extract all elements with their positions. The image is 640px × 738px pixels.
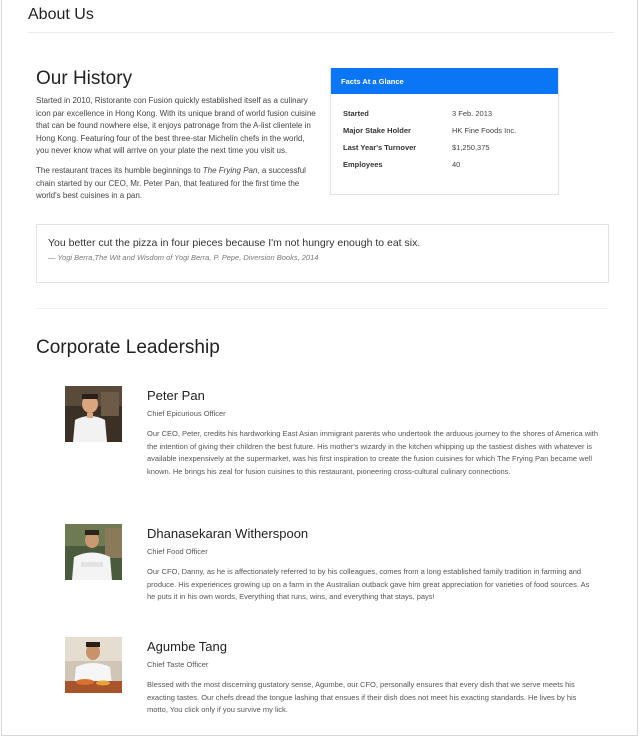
history-paragraph-1: Started in 2010, Ristorante con Fusion q…: [36, 96, 316, 156]
chef-photo-icon: [65, 386, 122, 442]
history-p2-before: The restaurant traces its humble beginni…: [36, 165, 203, 175]
facts-value: HK Fine Foods Inc.: [452, 126, 517, 135]
facts-value: 3 Feb. 2013: [452, 109, 493, 118]
facts-header: Facts At a Glance: [331, 68, 558, 94]
quote-card: You better cut the pizza in four pieces …: [36, 224, 609, 283]
facts-label: Major Stake Holder: [343, 126, 411, 135]
title-divider: [28, 32, 614, 33]
facts-row: Started 3 Feb. 2013: [343, 105, 543, 122]
facts-label: Started: [343, 109, 369, 118]
leader-bio: Our CEO, Peter, credits his hardworking …: [147, 429, 599, 477]
leader-photo: [65, 637, 122, 693]
facts-row: Major Stake Holder HK Fine Foods Inc.: [343, 122, 543, 139]
leader-bio: Our CFO, Danny, as he is affectionately …: [147, 567, 590, 602]
page-title: About Us: [28, 6, 94, 23]
frying-pan-title: The Frying Pan: [202, 165, 258, 175]
section-divider: [36, 308, 609, 309]
history-heading: Our History: [36, 68, 133, 89]
facts-table: Started 3 Feb. 2013 Major Stake Holder H…: [343, 105, 543, 173]
leader-name: Dhanasekaran Witherspoon: [147, 526, 309, 541]
leader-bio: Blessed with the most discerning gustato…: [147, 680, 577, 715]
facts-value: $1,250,375: [452, 143, 490, 152]
facts-label: Employees: [343, 160, 383, 169]
leader-role: Chief Food Officer: [147, 547, 208, 556]
facts-value: 40: [452, 160, 461, 169]
leader-role: Chief Taste Officer: [147, 660, 209, 669]
facts-row: Employees 40: [343, 156, 543, 173]
leader-role: Chief Epicurious Officer: [147, 409, 226, 418]
quote-text: You better cut the pizza in four pieces …: [48, 237, 421, 249]
chef-photo-icon: [65, 637, 122, 693]
leader-name: Peter Pan: [147, 388, 205, 403]
leader-photo: [65, 386, 122, 442]
quote-citation: — Yogi Berra,The Wit and Wisdom of Yogi …: [48, 253, 319, 262]
leader-photo: [65, 524, 122, 580]
leader-name: Agumbe Tang: [147, 639, 227, 654]
chef-photo-icon: [65, 524, 122, 580]
facts-row: Last Year's Turnover $1,250,375: [343, 139, 543, 156]
history-text: Started in 2010, Ristorante con Fusion q…: [36, 95, 318, 210]
facts-label: Last Year's Turnover: [343, 143, 417, 152]
leadership-heading: Corporate Leadership: [36, 337, 220, 358]
history-paragraph-2: The restaurant traces its humble beginni…: [36, 165, 318, 203]
facts-card: Facts At a Glance Started 3 Feb. 2013 Ma…: [330, 68, 559, 195]
